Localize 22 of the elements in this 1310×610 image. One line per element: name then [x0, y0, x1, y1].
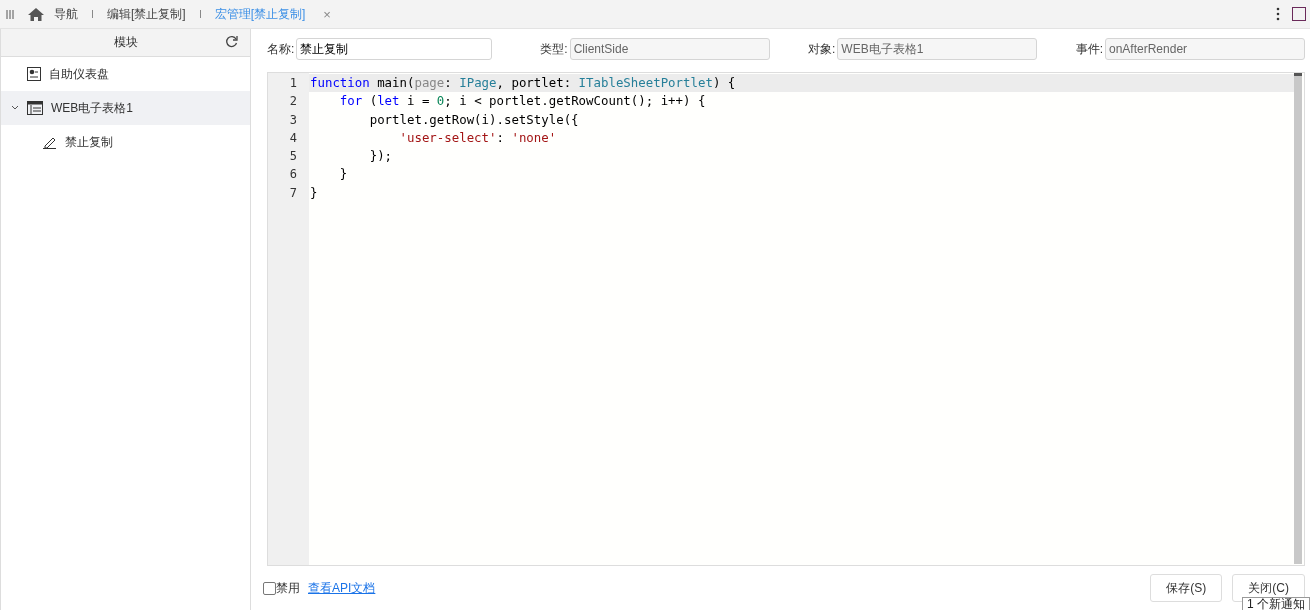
checkbox-label: 禁用 — [276, 579, 300, 597]
line-number: 2 — [288, 93, 298, 111]
field-label: 类型: — [540, 40, 568, 58]
line-number: 4 — [288, 129, 298, 147]
panel-title: 模块 — [113, 34, 138, 51]
code-line: } — [309, 183, 319, 202]
field-label: 对象: — [808, 40, 836, 58]
tree-label: 禁止复制 — [65, 133, 113, 151]
line-number: 1 — [288, 75, 298, 92]
code-line: 'user-select': 'none' — [398, 128, 558, 147]
line-number: 3 — [288, 111, 298, 129]
line-number: 6 — [288, 166, 298, 184]
tree-label: WEB电子表格1 — [51, 99, 133, 117]
field-label: 名称: — [267, 40, 295, 58]
field-label: 事件: — [1075, 40, 1103, 58]
line-number: 7 — [288, 184, 298, 202]
code-line: }); — [368, 147, 394, 166]
line-number: 5 — [288, 148, 298, 166]
tree-label: 自助仪表盘 — [49, 65, 109, 83]
code-line: portlet.getRow(i).setStyle({ — [368, 110, 580, 129]
code-line: for (let i = 0; i < portlet.getRowCount(); i++) { — [338, 92, 707, 111]
code-line: } — [338, 165, 349, 184]
